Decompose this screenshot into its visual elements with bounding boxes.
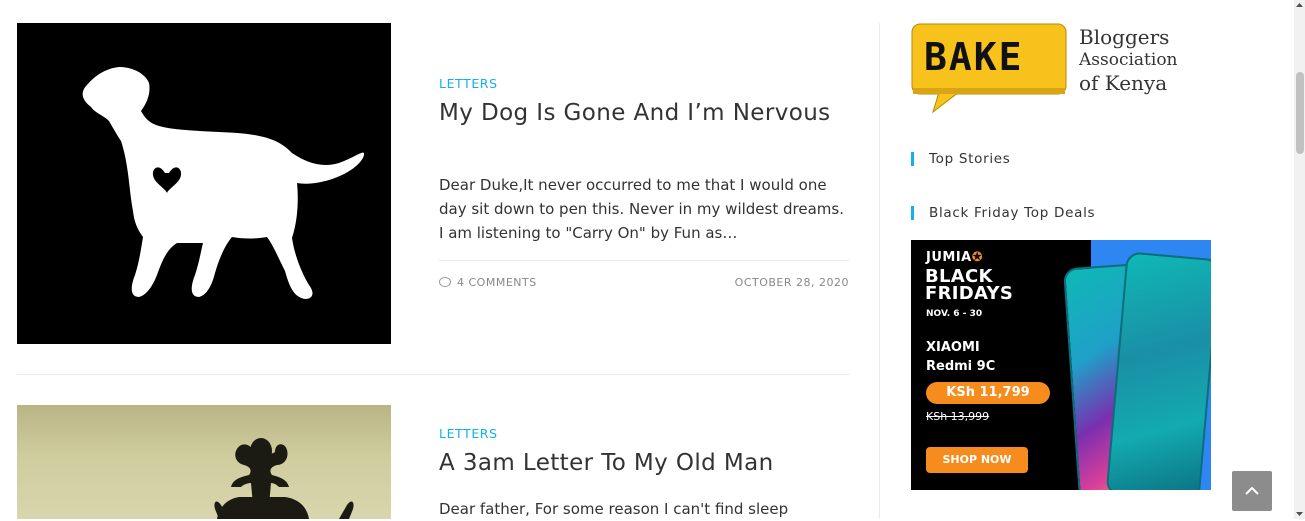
widget-title-black-friday: Black Friday Top Deals bbox=[911, 206, 1095, 220]
scroll-down-arrow-icon[interactable] bbox=[1294, 508, 1305, 519]
ad-phone-maker: XIAOMI bbox=[926, 340, 980, 355]
ad-dates: NOV. 6 - 30 bbox=[926, 309, 983, 319]
post-separator bbox=[17, 374, 850, 375]
ad-headline: BLACK FRIDAYS bbox=[925, 268, 1014, 304]
chevron-up-icon bbox=[1245, 486, 1259, 495]
ad-phone-model: Redmi 9C bbox=[926, 359, 996, 374]
logo-line3: of Kenya bbox=[1079, 71, 1168, 95]
scrollbar-thumb[interactable] bbox=[1296, 72, 1304, 154]
scroll-up-arrow-icon[interactable] bbox=[1294, 0, 1305, 11]
ad-shop-now-button[interactable]: SHOP NOW bbox=[926, 447, 1028, 473]
post-date: OCTOBER 28, 2020 bbox=[734, 276, 849, 289]
post-title-link[interactable]: A 3am Letter To My Old Man bbox=[439, 450, 849, 476]
logo-line2: Association bbox=[1079, 50, 1178, 70]
sidebar-divider bbox=[879, 23, 880, 519]
ad-headline-2: FRIDAYS bbox=[925, 283, 1014, 304]
logo-line1: Bloggers bbox=[1079, 25, 1170, 49]
post-category-link[interactable]: LETTERS bbox=[439, 426, 498, 441]
bake-logo-text: BAKE bbox=[924, 35, 1024, 79]
comments-link[interactable]: 4 COMMENTS bbox=[457, 276, 537, 289]
bake-logo[interactable]: BAKE Bloggers Association of Kenya bbox=[911, 22, 1178, 114]
scroll-to-top-button[interactable] bbox=[1232, 471, 1272, 511]
post-title-link[interactable]: My Dog Is Gone And I’m Nervous bbox=[439, 100, 839, 126]
ad-price: KSh 11,799 bbox=[926, 382, 1050, 404]
post-excerpt: Dear father, For some reason I can't fin… bbox=[439, 500, 789, 518]
jumia-ad-banner[interactable]: JUMIA✪ BLACK FRIDAYS NOV. 6 - 30 XIAOMI … bbox=[911, 240, 1211, 490]
post-thumbnail-dog[interactable] bbox=[17, 23, 391, 344]
post-category-link[interactable]: LETTERS bbox=[439, 76, 498, 91]
ad-old-price: KSh 13,999 bbox=[926, 410, 990, 423]
father-child-silhouette-image bbox=[214, 438, 354, 519]
ad-brand: JUMIA✪ bbox=[926, 250, 984, 265]
dog-silhouette-image bbox=[82, 67, 365, 299]
post-excerpt: Dear Duke,It never occurred to me that I… bbox=[439, 176, 844, 242]
post-thumbnail-father[interactable] bbox=[17, 405, 391, 519]
post-meta: 4 COMMENTS OCTOBER 28, 2020 bbox=[439, 260, 849, 289]
comment-icon bbox=[439, 277, 451, 287]
widget-title-top-stories: Top Stories bbox=[911, 152, 1011, 166]
